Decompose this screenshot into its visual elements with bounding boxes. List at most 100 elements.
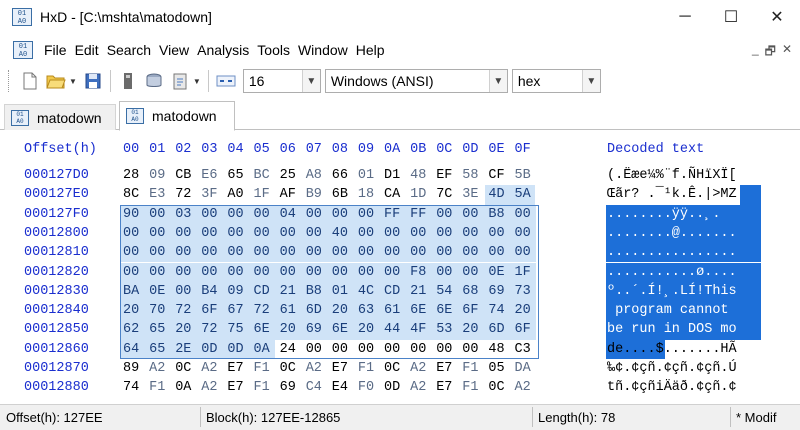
hex-byte[interactable]: 00 bbox=[410, 342, 430, 357]
hex-byte[interactable]: 00 bbox=[149, 265, 169, 280]
hex-byte[interactable]: 00 bbox=[488, 245, 508, 260]
decoded-text[interactable]: ........@....... bbox=[607, 226, 737, 241]
hex-byte[interactable]: F0 bbox=[358, 380, 378, 395]
hex-byte[interactable]: 21 bbox=[280, 284, 300, 299]
hex-byte[interactable]: 20 bbox=[123, 303, 143, 318]
hex-byte[interactable]: 8C bbox=[123, 187, 143, 202]
hex-byte[interactable]: BA bbox=[123, 284, 143, 299]
hex-byte[interactable]: B9 bbox=[306, 187, 326, 202]
hex-byte[interactable]: 00 bbox=[254, 245, 274, 260]
hex-byte[interactable]: 00 bbox=[306, 226, 326, 241]
hex-byte[interactable]: 00 bbox=[462, 207, 482, 222]
decoded-text[interactable]: ...........ø.... bbox=[607, 265, 737, 280]
hex-byte[interactable]: 4C bbox=[358, 284, 378, 299]
hex-byte[interactable]: 00 bbox=[515, 207, 535, 222]
hex-byte[interactable]: DA bbox=[515, 361, 535, 376]
hex-byte[interactable]: 0A bbox=[254, 342, 274, 357]
hex-byte[interactable]: 00 bbox=[358, 245, 378, 260]
hex-byte[interactable]: 44 bbox=[384, 322, 404, 337]
copy-icon[interactable] bbox=[143, 70, 165, 92]
hex-byte[interactable]: 21 bbox=[410, 284, 430, 299]
hex-byte[interactable]: 00 bbox=[227, 226, 247, 241]
hex-byte[interactable]: 00 bbox=[332, 265, 352, 280]
hex-byte[interactable]: 5B bbox=[515, 168, 535, 183]
hex-byte[interactable]: 00 bbox=[254, 207, 274, 222]
hex-byte[interactable]: E6 bbox=[201, 168, 221, 183]
hex-byte[interactable]: EF bbox=[436, 168, 456, 183]
hex-byte[interactable]: 90 bbox=[123, 207, 143, 222]
close-button[interactable]: ✕ bbox=[754, 0, 800, 34]
hex-byte[interactable]: 62 bbox=[123, 322, 143, 337]
hex-byte[interactable]: 6E bbox=[332, 322, 352, 337]
hex-byte[interactable]: 6E bbox=[436, 303, 456, 318]
hex-byte[interactable]: 0C bbox=[280, 361, 300, 376]
hex-byte[interactable]: A2 bbox=[410, 380, 430, 395]
hex-byte[interactable]: 69 bbox=[488, 284, 508, 299]
paste-icon[interactable] bbox=[169, 70, 191, 92]
hex-byte[interactable]: 00 bbox=[462, 265, 482, 280]
hex-byte[interactable]: 6E bbox=[254, 322, 274, 337]
hex-byte[interactable]: A2 bbox=[201, 380, 221, 395]
hex-byte[interactable]: 67 bbox=[227, 303, 247, 318]
decoded-text[interactable]: º..´.Í!¸.LÍ!This bbox=[607, 284, 737, 299]
hex-byte[interactable]: 05 bbox=[488, 361, 508, 376]
hex-byte[interactable]: 69 bbox=[306, 322, 326, 337]
hex-byte[interactable]: F8 bbox=[410, 265, 430, 280]
hex-byte[interactable]: F1 bbox=[254, 361, 274, 376]
hex-byte[interactable]: 6B bbox=[332, 187, 352, 202]
tab-matodown-2[interactable]: 01 A0 matodown bbox=[119, 101, 235, 131]
hex-byte[interactable]: 00 bbox=[201, 245, 221, 260]
hex-byte[interactable]: 72 bbox=[201, 322, 221, 337]
hex-byte[interactable]: 72 bbox=[175, 187, 195, 202]
menu-search[interactable]: Search bbox=[103, 42, 155, 58]
hex-byte[interactable]: 00 bbox=[384, 265, 404, 280]
hex-byte[interactable]: A2 bbox=[410, 361, 430, 376]
new-file-icon[interactable] bbox=[19, 70, 41, 92]
hex-byte[interactable]: 00 bbox=[332, 245, 352, 260]
hex-byte[interactable]: 00 bbox=[254, 226, 274, 241]
hex-byte[interactable]: 00 bbox=[436, 265, 456, 280]
tab-matodown-1[interactable]: 01 A0 matodown bbox=[4, 104, 116, 130]
hex-byte[interactable]: 00 bbox=[515, 226, 535, 241]
hex-byte[interactable]: 00 bbox=[332, 342, 352, 357]
hex-byte[interactable]: 89 bbox=[123, 361, 143, 376]
hex-byte[interactable]: 00 bbox=[280, 265, 300, 280]
hex-byte[interactable]: 61 bbox=[384, 303, 404, 318]
hex-editor-view[interactable]: Offset(h) Decoded text 00 01 02 03 04 05 06 07 0… bbox=[0, 131, 800, 403]
hex-byte[interactable]: 00 bbox=[306, 245, 326, 260]
hex-byte[interactable]: A2 bbox=[306, 361, 326, 376]
hex-byte[interactable]: 54 bbox=[436, 284, 456, 299]
hex-byte[interactable]: 00 bbox=[462, 226, 482, 241]
hex-byte[interactable]: FF bbox=[410, 207, 430, 222]
hex-byte[interactable]: 0C bbox=[488, 380, 508, 395]
hex-byte[interactable]: 00 bbox=[358, 207, 378, 222]
hex-byte[interactable]: 00 bbox=[436, 245, 456, 260]
paste-dropdown-arrow[interactable]: ▼ bbox=[193, 77, 201, 86]
maximize-button[interactable]: ☐ bbox=[708, 0, 754, 34]
hex-byte[interactable]: 09 bbox=[227, 284, 247, 299]
hex-byte[interactable]: F1 bbox=[254, 380, 274, 395]
minimize-button[interactable]: ─ bbox=[662, 0, 708, 34]
hex-byte[interactable]: 00 bbox=[306, 265, 326, 280]
hex-byte[interactable]: CA bbox=[384, 187, 404, 202]
hex-byte[interactable]: D1 bbox=[384, 168, 404, 183]
hex-byte[interactable]: FF bbox=[384, 207, 404, 222]
hex-byte[interactable]: 4D bbox=[488, 187, 508, 202]
save-icon[interactable] bbox=[82, 70, 104, 92]
menu-window[interactable]: Window bbox=[294, 42, 352, 58]
hex-byte[interactable]: B8 bbox=[306, 284, 326, 299]
bytes-per-row-select[interactable]: 16 ▼ bbox=[242, 69, 321, 93]
hex-byte[interactable]: 1F bbox=[515, 265, 535, 280]
hex-byte[interactable]: 00 bbox=[515, 245, 535, 260]
hex-byte[interactable]: A8 bbox=[306, 168, 326, 183]
menu-edit[interactable]: Edit bbox=[71, 42, 103, 58]
hex-byte[interactable]: 00 bbox=[488, 226, 508, 241]
decoded-text[interactable]: tñ.¢çñiÄäð.¢çñ.¢ bbox=[607, 380, 737, 395]
hex-byte[interactable]: 72 bbox=[254, 303, 274, 318]
hex-byte[interactable]: 74 bbox=[123, 380, 143, 395]
hex-byte[interactable]: 6D bbox=[306, 303, 326, 318]
menu-view[interactable]: View bbox=[155, 42, 193, 58]
hex-byte[interactable]: 20 bbox=[175, 322, 195, 337]
hex-byte[interactable]: 40 bbox=[332, 226, 352, 241]
hex-byte[interactable]: 00 bbox=[358, 342, 378, 357]
